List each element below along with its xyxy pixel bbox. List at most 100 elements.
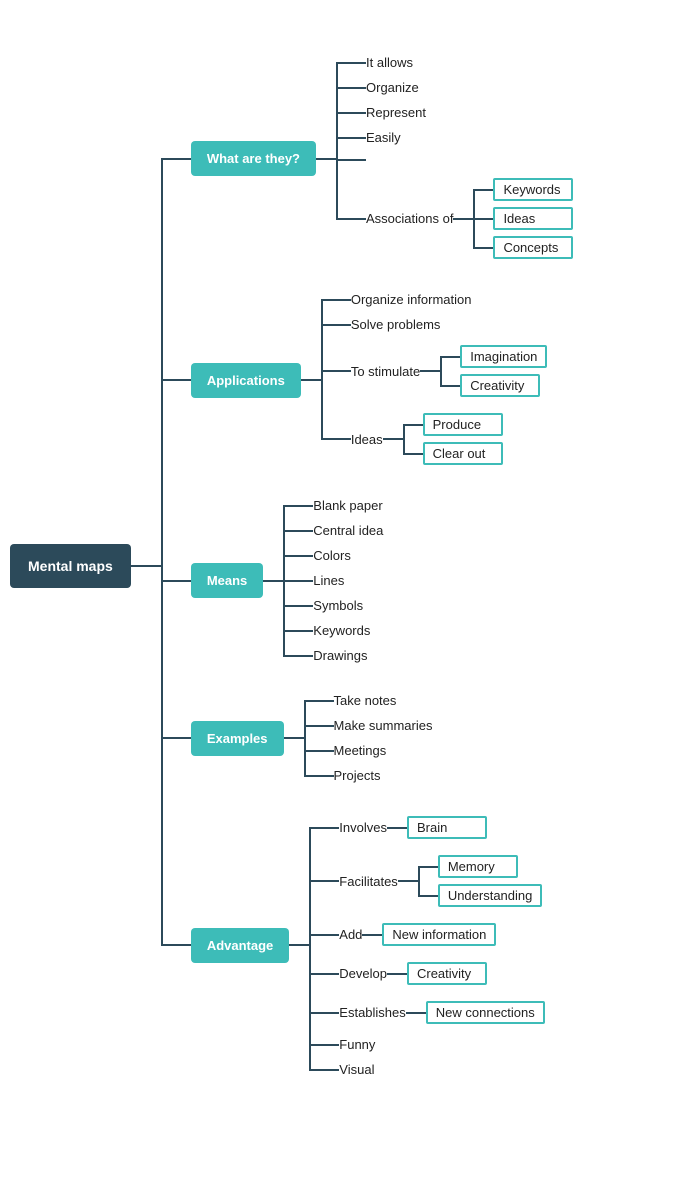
- sub-branch-label: Funny: [339, 1037, 375, 1052]
- sub-branch-row: Symbols: [283, 593, 383, 618]
- sub-branch-label: To stimulate: [351, 364, 420, 379]
- sub-branch-row: Represent: [336, 100, 573, 125]
- leaf-node: Produce: [423, 413, 503, 436]
- sub-branch-label: Ideas: [351, 432, 383, 447]
- branch-connector: [161, 379, 191, 381]
- leaf-row: Creativity: [407, 959, 487, 988]
- sub-branch-label: Organize: [366, 80, 419, 95]
- leaf-node: Creativity: [460, 374, 540, 397]
- sub-sub-connector: [387, 973, 407, 975]
- mind-map: Mental maps What are they? It allows Organ…: [10, 20, 674, 1082]
- sub-connector: [283, 505, 313, 507]
- sub-connector: [309, 880, 339, 882]
- root-to-trunk-connector: [131, 565, 161, 567]
- sub-branch-label: Take notes: [334, 693, 397, 708]
- sub-sub-connector: [406, 1012, 426, 1014]
- leaf-row: Imagination: [440, 342, 547, 371]
- sub-branch-label: Develop: [339, 966, 387, 981]
- sub-branch-label: Facilitates: [339, 874, 398, 889]
- leaf-node: Understanding: [438, 884, 543, 907]
- branch-row: MeansBlank paperCentral ideaColorsLinesS…: [161, 493, 574, 668]
- leaf-connector: [473, 189, 493, 191]
- root-node: Mental maps: [10, 544, 131, 588]
- sub-branch-label: Symbols: [313, 598, 363, 613]
- sub-branch-label: Make summaries: [334, 718, 433, 733]
- sub-sub-connector: [362, 934, 382, 936]
- branch-to-sub-connector: [316, 158, 336, 160]
- sub-sub-branches: KeywordsIdeasConcepts: [473, 175, 573, 262]
- leaf-row: New connections: [426, 998, 545, 1027]
- leaf-row: Produce: [403, 410, 503, 439]
- sub-connector: [283, 580, 313, 582]
- branch-connector: [161, 580, 191, 582]
- sub-sub-branches: Produce Clear out: [403, 410, 503, 468]
- sub-connector: [283, 630, 313, 632]
- leaf-row: Memory: [418, 852, 543, 881]
- branch-node-applications: Applications: [191, 363, 301, 398]
- leaf-connector: [440, 385, 460, 387]
- sub-sub-connector: [383, 438, 403, 440]
- branch-row: ExamplesTake notesMake summariesMeetings…: [161, 688, 574, 788]
- sub-branches: It allows Organize Represent Easily Associat…: [336, 50, 573, 267]
- leaf-node: New information: [382, 923, 496, 946]
- leaf-connector: [418, 895, 438, 897]
- sub-branch-row: EstablishesNew connections: [309, 993, 544, 1032]
- leaf-node: Clear out: [423, 442, 503, 465]
- leaf-connector: [440, 356, 460, 358]
- leaf-node: New connections: [426, 1001, 545, 1024]
- sub-branches: Blank paperCentral ideaColorsLinesSymbol…: [283, 493, 383, 668]
- sub-branch-label: Organize information: [351, 292, 472, 307]
- sub-branch-label: Associations of: [366, 211, 453, 226]
- branch-to-sub-connector: [284, 737, 304, 739]
- branch-to-sub-connector: [263, 580, 283, 582]
- leaf-row: Understanding: [418, 881, 543, 910]
- sub-branch-label: Central idea: [313, 523, 383, 538]
- sub-connector: [336, 137, 366, 139]
- leaf-connector: [418, 866, 438, 868]
- sub-branch-label: Drawings: [313, 648, 367, 663]
- sub-branch-row: Meetings: [304, 738, 433, 763]
- sub-sub-branches: New information: [382, 920, 496, 949]
- sub-connector: [336, 159, 366, 161]
- branch-row: ApplicationsOrganize informationSolve pr…: [161, 287, 574, 473]
- leaf-connector: [403, 424, 423, 426]
- leaf-connector: [473, 218, 493, 220]
- sub-branch-label: Easily: [366, 130, 401, 145]
- sub-branch-label: It allows: [366, 55, 413, 70]
- sub-branch-row: Blank paper: [283, 493, 383, 518]
- sub-branch-row: Involves Brain: [309, 808, 544, 847]
- leaf-row: New information: [382, 920, 496, 949]
- sub-connector: [309, 934, 339, 936]
- sub-branch-row: Ideas Produce Clear out: [321, 405, 548, 473]
- sub-branch-row: Make summaries: [304, 713, 433, 738]
- sub-branch-row: Facilitates Memory Understanding: [309, 847, 544, 915]
- sub-branch-row: Develop Creativity: [309, 954, 544, 993]
- sub-branch-row: Colors: [283, 543, 383, 568]
- sub-sub-trunk-line: [418, 867, 420, 896]
- leaf-row: Ideas: [473, 204, 573, 233]
- sub-branch-row: Take notes: [304, 688, 433, 713]
- sub-connector: [304, 750, 334, 752]
- sub-connector: [283, 530, 313, 532]
- sub-connector: [304, 775, 334, 777]
- sub-connector: [309, 973, 339, 975]
- sub-connector: [283, 655, 313, 657]
- sub-sub-branches: Imagination Creativity: [440, 342, 547, 400]
- sub-connector: [309, 827, 339, 829]
- branch-node-what: What are they?: [191, 141, 316, 176]
- sub-connector: [321, 438, 351, 440]
- sub-branch-row: Easily: [336, 125, 573, 150]
- leaf-node: Creativity: [407, 962, 487, 985]
- branch-node-advantage: Advantage: [191, 928, 289, 963]
- sub-connector: [321, 324, 351, 326]
- sub-sub-branches: Brain: [407, 813, 487, 842]
- leaf-connector: [403, 453, 423, 455]
- main-trunk: What are they? It allows Organize Represent…: [161, 50, 574, 1082]
- sub-branch-row: Projects: [304, 763, 433, 788]
- sub-connector: [336, 87, 366, 89]
- sub-branch-label: Add: [339, 927, 362, 942]
- sub-sub-connector: [398, 880, 418, 882]
- sub-branch-label: Involves: [339, 820, 387, 835]
- sub-connector: [336, 62, 366, 64]
- sub-connector: [283, 555, 313, 557]
